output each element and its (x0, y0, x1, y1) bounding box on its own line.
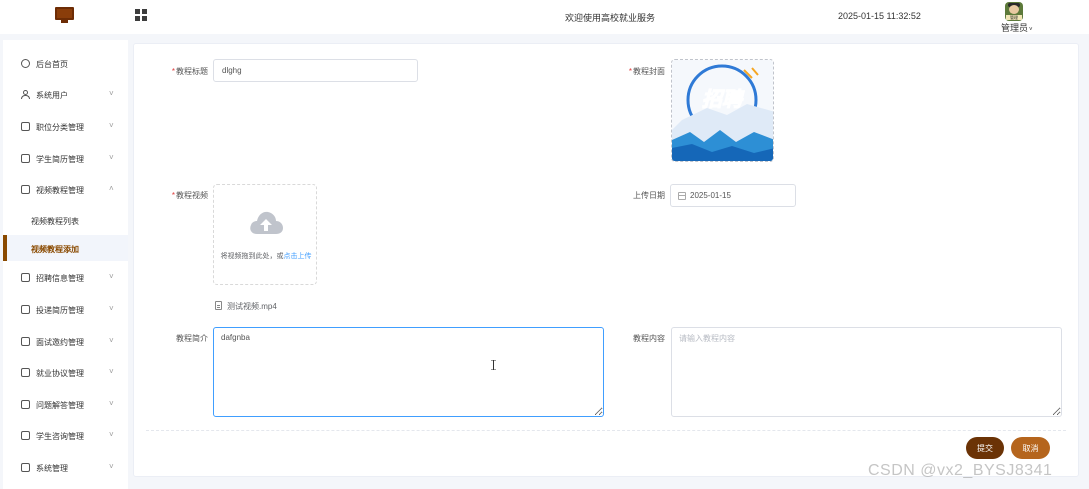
title-input[interactable]: dlghg (213, 59, 418, 82)
avatar-tag: 管理 (1006, 15, 1022, 20)
cloud-upload-icon (250, 211, 283, 234)
sidebar-item-label: 系统管理 (36, 464, 68, 473)
text-cursor-icon (491, 360, 496, 370)
active-indicator (3, 235, 7, 261)
watermark-text: CSDN @vx2_BYSJ8341 (868, 462, 1053, 479)
chevron-down-icon: ˅ (109, 367, 114, 376)
cover-image-text: 招聘 (702, 88, 745, 111)
current-datetime: 2025-01-15 11:32:52 (838, 11, 921, 21)
folder-icon (21, 154, 30, 163)
cancel-button[interactable]: 取消 (1011, 437, 1050, 459)
chevron-down-icon: ˅ (109, 399, 114, 408)
folder-icon (21, 273, 30, 282)
sidebar-subitem-label: 视频教程添加 (31, 245, 79, 254)
sidebar-item-resume[interactable]: 学生简历管理 ˅ (3, 144, 128, 174)
sidebar-item-interview[interactable]: 面试邀约管理 ˅ (3, 327, 128, 357)
sidebar: 后台首页 系统用户 ˅ 职位分类管理 ˅ 学生简历管理 ˅ 视频教程管理 ˄ 视… (3, 40, 128, 489)
video-label: *教程视频 (171, 191, 208, 200)
sidebar-item-label: 面试邀约管理 (36, 338, 84, 347)
sidebar-item-employment-agreement[interactable]: 就业协议管理 ˅ (3, 358, 128, 388)
chevron-down-icon: ˅ (109, 430, 114, 439)
top-header: 欢迎使用高校就业服务 2025-01-15 11:32:52 管理 管理员˅ (0, 0, 1089, 34)
folder-icon (21, 368, 30, 377)
cover-label: *教程封面 (628, 67, 665, 76)
sidebar-item-label: 视频教程管理 (36, 186, 84, 195)
chevron-down-icon: ˅ (109, 153, 114, 162)
menu-toggle-grid-icon[interactable] (135, 9, 148, 22)
chevron-down-icon: ˅ (109, 336, 114, 345)
sidebar-item-job-category[interactable]: 职位分类管理 ˅ (3, 112, 128, 142)
content-textarea[interactable] (671, 327, 1062, 417)
sidebar-item-label: 职位分类管理 (36, 123, 84, 132)
monitor-logo-icon (55, 7, 74, 24)
user-menu[interactable]: 管理 管理员˅ (996, 2, 1040, 33)
sidebar-item-label: 就业协议管理 (36, 369, 84, 378)
sidebar-item-label: 学生简历管理 (36, 155, 84, 164)
user-icon (21, 90, 30, 99)
calendar-icon (678, 192, 686, 200)
folder-icon (21, 431, 30, 440)
date-label: 上传日期 (633, 191, 665, 200)
folder-icon (21, 337, 30, 346)
folder-icon (21, 122, 30, 131)
avatar: 管理 (1005, 2, 1023, 21)
sidebar-item-label: 后台首页 (36, 60, 68, 69)
upload-hint: 将视频拖到此处，或 (220, 253, 284, 260)
sidebar-item-home[interactable]: 后台首页 (3, 49, 128, 79)
sidebar-item-label: 招聘信息管理 (36, 274, 84, 283)
chevron-down-icon: ˅ (109, 121, 114, 130)
folder-icon (21, 185, 30, 194)
sidebar-item-label: 学生咨询管理 (36, 432, 84, 441)
sidebar-item-video-tutorial[interactable]: 视频教程管理 ˄ (3, 175, 128, 205)
form-divider (146, 430, 1066, 431)
cover-image-upload[interactable]: 招聘 (671, 59, 774, 162)
upload-date-picker[interactable]: 2025-01-15 (670, 184, 796, 207)
recruitment-cover-image: 招聘 (672, 60, 773, 161)
chevron-down-icon: ˅ (109, 272, 114, 281)
folder-icon (21, 463, 30, 472)
intro-label: 教程简介 (176, 334, 208, 343)
sidebar-item-label: 系统用户 (36, 91, 68, 100)
sidebar-item-recruitment[interactable]: 招聘信息管理 ˅ (3, 263, 128, 293)
sidebar-item-system[interactable]: 系统管理 ˅ (3, 453, 128, 483)
sidebar-item-consultation[interactable]: 学生咨询管理 ˅ (3, 421, 128, 451)
form-panel: *教程标题 dlghg *教程封面 招聘 *教程视频 将视频拖到此处，或点击上传… (133, 43, 1079, 477)
sidebar-item-resume-delivery[interactable]: 投递简历管理 ˅ (3, 295, 128, 325)
sidebar-item-label: 问题解答管理 (36, 401, 84, 410)
user-name: 管理员 (1001, 23, 1029, 33)
submit-button[interactable]: 提交 (966, 437, 1004, 459)
sidebar-item-label: 投递简历管理 (36, 306, 84, 315)
welcome-text: 欢迎使用高校就业服务 (564, 13, 655, 23)
chevron-up-icon: ˄ (109, 184, 114, 193)
content-label: 教程内容 (633, 334, 665, 343)
title-label: *教程标题 (171, 67, 208, 76)
sidebar-subitem-video-add[interactable]: 视频教程添加 (3, 235, 128, 261)
upload-link[interactable]: 点击上传 (284, 253, 312, 260)
chevron-down-icon: ˅ (109, 304, 114, 313)
chevron-down-icon: ˅ (1029, 27, 1033, 33)
sidebar-subitem-label: 视频教程列表 (31, 217, 79, 226)
sidebar-item-qa[interactable]: 问题解答管理 ˅ (3, 390, 128, 420)
folder-icon (21, 305, 30, 314)
sidebar-subitem-video-list[interactable]: 视频教程列表 (3, 207, 128, 233)
video-upload-dropzone[interactable]: 将视频拖到此处，或点击上传 (213, 184, 317, 285)
clock-icon (21, 59, 30, 68)
chevron-down-icon: ˅ (109, 462, 114, 471)
folder-icon (21, 400, 30, 409)
chevron-down-icon: ˅ (109, 89, 114, 98)
intro-textarea[interactable]: dafgnba (213, 327, 604, 417)
sidebar-item-system-users[interactable]: 系统用户 ˅ (3, 80, 128, 110)
uploaded-file-name: 测试视频.mp4 (227, 302, 277, 311)
document-icon (215, 301, 222, 310)
upload-date-value: 2025-01-15 (690, 191, 731, 200)
